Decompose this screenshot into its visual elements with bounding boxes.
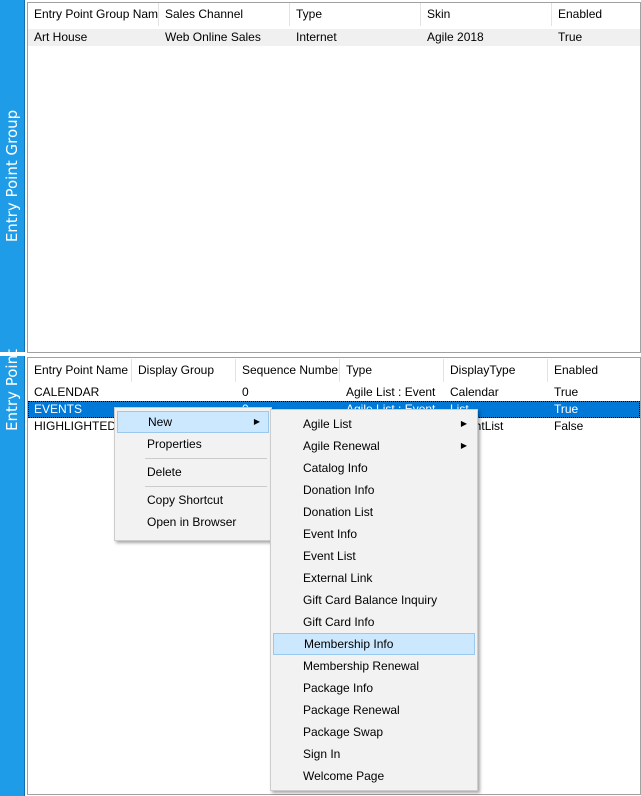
table-cell: False — [554, 419, 584, 433]
table-cell: Agile 2018 — [427, 30, 484, 44]
menu-item-membership-renewal[interactable]: Membership Renewal — [273, 655, 475, 677]
entry-point-group-grid[interactable]: Entry Point Group Name Sales Channel Typ… — [27, 2, 641, 353]
menu-item-package-renewal[interactable]: Package Renewal — [273, 699, 475, 721]
table-cell — [132, 384, 236, 401]
table-cell: Web Online Sales — [165, 30, 261, 44]
column-header-enabled[interactable]: Enabled — [548, 359, 638, 382]
submenu-arrow-icon: ▶ — [460, 419, 467, 428]
menu-item-properties[interactable]: Properties — [117, 433, 269, 455]
menu-item-sign-in[interactable]: Sign In — [273, 743, 475, 765]
menu-item-donation-info[interactable]: Donation Info — [273, 479, 475, 501]
menu-item-agile-list[interactable]: Agile List ▶ — [273, 413, 475, 435]
menu-item-gift-card-info[interactable]: Gift Card Info — [273, 611, 475, 633]
entry-point-tab[interactable]: Entry Point — [0, 349, 25, 796]
menu-item-agile-renewal[interactable]: Agile Renewal ▶ — [273, 435, 475, 457]
column-header-sequence-number[interactable]: Sequence Number — [236, 359, 340, 382]
new-submenu: Agile List ▶ Agile Renewal ▶ Catalog Inf… — [270, 409, 478, 791]
entry-point-group-tab-label: Entry Point Group — [3, 109, 21, 243]
table-cell: True — [554, 385, 579, 399]
menu-item-welcome-page[interactable]: Welcome Page — [273, 765, 475, 787]
entry-point-tab-label: Entry Point — [3, 349, 21, 431]
table-cell: True — [554, 402, 579, 416]
context-menu: New ▶ Properties Delete Copy Shortcut Op… — [114, 407, 272, 541]
table-row[interactable]: Art House Web Online Sales Internet Agil… — [28, 29, 640, 46]
menu-item-membership-info[interactable]: Membership Info — [273, 633, 475, 655]
column-header-skin[interactable]: Skin — [421, 3, 552, 26]
table-cell: Calendar — [450, 385, 499, 399]
table-cell: Internet — [296, 30, 337, 44]
column-header-type[interactable]: Type — [290, 3, 421, 26]
menu-item-label: New — [148, 415, 173, 429]
submenu-arrow-icon: ▶ — [253, 417, 260, 426]
menu-separator — [145, 458, 267, 459]
menu-item-event-info[interactable]: Event Info — [273, 523, 475, 545]
menu-item-label: Agile Renewal — [303, 439, 380, 453]
menu-item-open-in-browser[interactable]: Open in Browser — [117, 511, 269, 533]
column-header-entry-point-group-name[interactable]: Entry Point Group Name — [28, 3, 159, 26]
menu-item-donation-list[interactable]: Donation List — [273, 501, 475, 523]
column-header-type[interactable]: Type — [340, 359, 444, 382]
menu-item-copy-shortcut[interactable]: Copy Shortcut — [117, 489, 269, 511]
menu-separator — [145, 486, 267, 487]
menu-item-label: Agile List — [303, 417, 352, 431]
entry-point-group-tab[interactable]: Entry Point Group — [0, 0, 25, 352]
menu-item-package-swap[interactable]: Package Swap — [273, 721, 475, 743]
submenu-arrow-icon: ▶ — [460, 441, 467, 450]
column-header-display-group[interactable]: Display Group — [132, 359, 236, 382]
table-cell: 0 — [242, 385, 249, 399]
column-header-enabled[interactable]: Enabled — [552, 3, 641, 26]
table-cell: True — [558, 30, 583, 44]
menu-item-catalog-info[interactable]: Catalog Info — [273, 457, 475, 479]
menu-item-gift-card-balance-inquiry[interactable]: Gift Card Balance Inquiry — [273, 589, 475, 611]
table-cell: Agile List : Event — [346, 385, 436, 399]
grid-header: Entry Point Group Name Sales Channel Typ… — [28, 3, 640, 26]
grid-header: Entry Point Name Display Group Sequence … — [28, 359, 640, 382]
table-cell: Art House — [34, 30, 88, 44]
menu-item-event-list[interactable]: Event List — [273, 545, 475, 567]
column-header-entry-point-name[interactable]: Entry Point Name — [28, 359, 132, 382]
menu-item-package-info[interactable]: Package Info — [273, 677, 475, 699]
table-row[interactable]: CALENDAR 0 Agile List : Event Calendar T… — [28, 384, 640, 401]
menu-item-external-link[interactable]: External Link — [273, 567, 475, 589]
menu-item-delete[interactable]: Delete — [117, 461, 269, 483]
menu-item-new[interactable]: New ▶ — [117, 411, 269, 433]
column-header-sales-channel[interactable]: Sales Channel — [159, 3, 290, 26]
table-cell: CALENDAR — [34, 385, 100, 399]
column-header-display-type[interactable]: DisplayType — [444, 359, 548, 382]
